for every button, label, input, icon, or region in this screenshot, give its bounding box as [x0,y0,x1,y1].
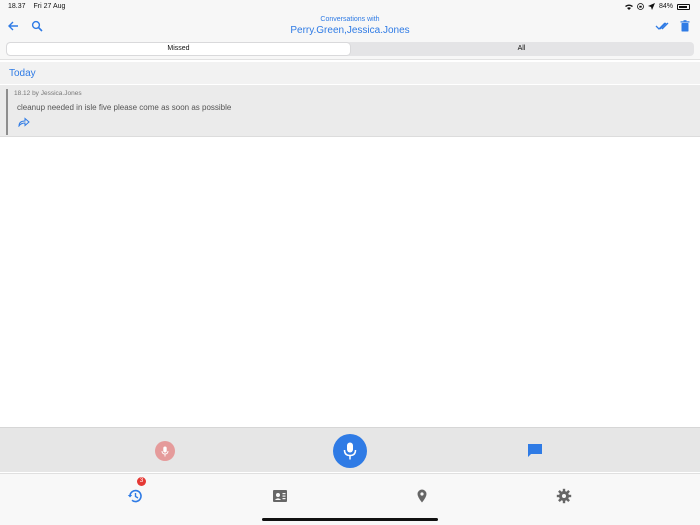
mic-disabled-button[interactable] [155,441,175,461]
back-arrow-icon[interactable] [5,18,21,34]
microphone-icon [343,442,357,460]
microphone-icon [161,446,169,456]
tab-missed[interactable]: Missed [7,43,350,55]
status-date: Fri 27 Aug [33,3,66,10]
lock-rotation-icon [637,3,644,10]
voice-controls-bar [0,427,700,472]
message-meta: 18.12 by Jessica.Jones [14,90,82,97]
history-badge: 3 [137,477,146,486]
contacts-icon[interactable] [272,488,288,504]
message-indicator-bar [6,89,8,135]
tab-all[interactable]: All [350,43,693,55]
settings-icon[interactable] [556,488,572,504]
search-icon[interactable] [29,18,45,34]
location-arrow-icon [647,3,655,10]
segmented-control: Missed All [6,42,694,56]
battery-percentage: 84% [658,3,673,10]
conversation-participants: Perry.Green,Jessica.Jones [290,25,410,36]
conversation-subtitle: Conversations with [320,16,380,23]
trash-icon[interactable] [677,18,693,34]
conversation-title: Conversations with Perry.Green,Jessica.J… [200,14,500,37]
history-icon[interactable] [127,488,143,504]
message-text: cleanup needed in isle five please come … [17,103,232,112]
home-indicator[interactable] [262,518,438,521]
navigation-bar: Conversations with Perry.Green,Jessica.J… [0,14,700,38]
battery-icon [677,3,690,10]
mark-all-read-icon[interactable] [654,18,670,34]
location-icon[interactable] [414,488,430,504]
bottom-tab-bar: 3 [0,473,700,525]
chat-icon[interactable] [527,443,543,459]
forward-icon[interactable] [18,117,30,127]
status-bar: 18.37 Fri 27 Aug 84% [0,0,700,14]
wifi-icon [624,4,633,10]
section-header-today: Today [0,62,700,84]
push-to-talk-button[interactable] [333,434,367,468]
message-item[interactable]: 18.12 by Jessica.Jones cleanup needed in… [0,85,700,137]
status-time: 18.37 [8,3,26,10]
filter-bar: Missed All [0,38,700,60]
section-label: Today [9,68,36,79]
